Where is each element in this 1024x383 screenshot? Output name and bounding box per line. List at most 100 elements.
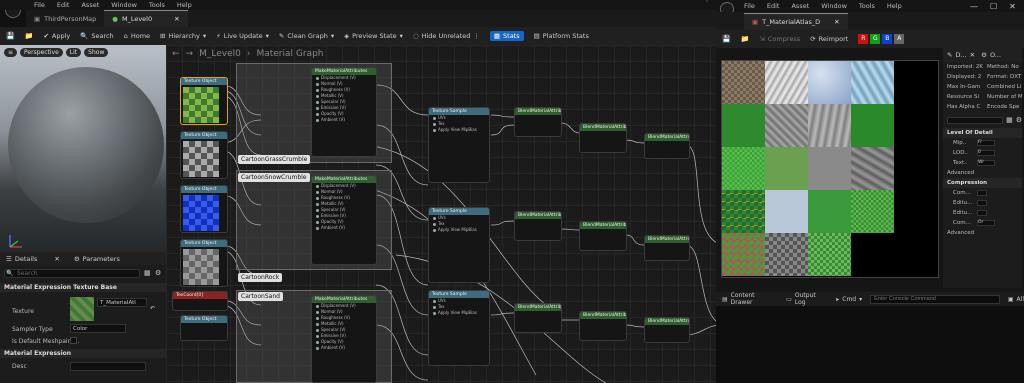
- comment-label[interactable]: CartoonSnowCrumble: [238, 173, 310, 182]
- menu-asset[interactable]: Asset: [791, 2, 809, 10]
- scalar-parameter-node[interactable]: Texture Object: [180, 315, 228, 341]
- texture-asset-dropdown[interactable]: T_MaterialAtl: [97, 298, 147, 307]
- console-input[interactable]: [870, 294, 1000, 304]
- menu-window[interactable]: Window: [821, 2, 847, 10]
- channel-a-toggle[interactable]: A: [894, 34, 905, 44]
- reimport-button[interactable]: ⟳ Reimport: [810, 35, 848, 43]
- texture-sample-node[interactable]: Texture Sample UVs Tex Apply View MipBia…: [428, 290, 490, 366]
- tab-other[interactable]: ⚙ O...: [979, 49, 1003, 61]
- menu-window[interactable]: Window: [111, 1, 137, 9]
- preview-state-button[interactable]: ◈ Preview State ▾: [344, 32, 403, 40]
- tab-details[interactable]: ☰ Details ✕: [2, 253, 64, 265]
- blend-material-attributes-node[interactable]: BlendMaterialAttributes: [644, 317, 690, 343]
- clean-graph-button[interactable]: ✎ Clean Graph ▾: [279, 32, 334, 40]
- save-icon[interactable]: 💾: [6, 32, 15, 40]
- hierarchy-button[interactable]: ⊞ Hierarchy ▾: [160, 32, 206, 40]
- lod-bias-input[interactable]: 0: [977, 150, 995, 156]
- comment-label[interactable]: CartoonGrassCrumble: [238, 155, 311, 164]
- cmd-dropdown[interactable]: ▸ Cmd ▾: [836, 296, 862, 303]
- texture-object-node[interactable]: Texture Object: [180, 185, 228, 233]
- input-pin[interactable]: Ambient (V): [312, 225, 376, 231]
- tab-parameters[interactable]: ⚙ Parameters: [70, 253, 124, 265]
- default-meshpaint-checkbox[interactable]: [70, 337, 77, 344]
- lod-row-dropdown[interactable]: Wr: [977, 160, 995, 166]
- close-icon[interactable]: ✕: [54, 255, 59, 263]
- hide-unrelated-button[interactable]: ◌ Hide Unrelated ⋮: [413, 32, 480, 40]
- blend-material-attributes-node[interactable]: BlendMaterialAttributes: [514, 107, 562, 137]
- reset-arrow-icon[interactable]: ↶: [150, 305, 155, 312]
- apply-button[interactable]: ✔ Apply: [43, 32, 70, 40]
- menu-edit[interactable]: Edit: [57, 1, 70, 9]
- live-update-button[interactable]: ⚡ Live Update ▾: [216, 32, 269, 40]
- browse-icon[interactable]: 📁: [25, 32, 34, 40]
- menu-tools[interactable]: Tools: [859, 2, 875, 10]
- close-icon[interactable]: ✕: [970, 51, 975, 59]
- texture-object-node[interactable]: Texture Object: [180, 239, 228, 287]
- lod-row-dropdown[interactable]: Fr: [977, 140, 995, 146]
- menu-help[interactable]: Help: [177, 1, 192, 9]
- blend-material-attributes-node[interactable]: BlendMaterialAttributes: [579, 311, 627, 341]
- viewport-menu-button[interactable]: ≡: [4, 48, 18, 57]
- input-pin[interactable]: Apply View MipBias: [429, 127, 489, 133]
- channel-g-toggle[interactable]: G: [870, 34, 881, 44]
- close-icon[interactable]: ✕: [834, 18, 839, 26]
- advanced-expander[interactable]: Advanced: [943, 228, 1022, 238]
- blend-material-attributes-node[interactable]: BlendMaterialAttributes: [579, 221, 627, 251]
- close-icon[interactable]: ✕: [174, 15, 179, 23]
- menu-tools[interactable]: Tools: [149, 1, 165, 9]
- tab-thirdpersonmap[interactable]: ▣ ThirdPersonMap: [26, 10, 104, 27]
- menu-file[interactable]: File: [744, 2, 755, 10]
- grid-view-icon[interactable]: ▦: [1006, 116, 1013, 124]
- browse-icon[interactable]: 📁: [741, 35, 750, 43]
- compression-dropdown[interactable]: Or: [977, 220, 995, 226]
- tab-t-materialatlas[interactable]: ▣ T_MaterialAtlas_D ✕: [744, 12, 848, 30]
- compression-checkbox[interactable]: [977, 190, 987, 196]
- blend-material-attributes-node[interactable]: BlendMaterialAttributes: [579, 123, 627, 153]
- comment-label[interactable]: CartoonSand: [238, 292, 283, 301]
- make-material-attributes-node[interactable]: MakeMaterialAttributes Displacement (V) …: [311, 67, 377, 157]
- content-drawer-button[interactable]: ▤ Content Drawer: [722, 292, 778, 306]
- settings-icon[interactable]: ⚙: [155, 269, 161, 277]
- texture-thumbnail[interactable]: [70, 297, 94, 321]
- tab-m-level0[interactable]: ● M_Level0 ✕: [104, 10, 188, 27]
- menu-help[interactable]: Help: [887, 2, 902, 10]
- output-log-button[interactable]: ▭ Output Log: [786, 292, 828, 306]
- settings-icon[interactable]: ⚙: [1016, 116, 1022, 124]
- desc-input[interactable]: [70, 362, 146, 371]
- section-material-expression[interactable]: Material Expression: [0, 349, 166, 358]
- section-level-of-detail[interactable]: Level Of Detail: [943, 128, 1022, 138]
- make-material-attributes-node[interactable]: MakeMaterialAttributes Displacement (V) …: [311, 175, 377, 265]
- minimize-icon[interactable]: —: [970, 2, 978, 11]
- input-pin[interactable]: Apply View MipBias: [429, 310, 489, 316]
- details-search-input[interactable]: Search: [4, 269, 140, 278]
- search-button[interactable]: 🔍 Search: [80, 32, 113, 40]
- texcoord-node[interactable]: TexCoord[0]: [172, 291, 228, 311]
- compression-checkbox[interactable]: [977, 210, 987, 216]
- section-texture-base[interactable]: Material Expression Texture Base: [0, 283, 166, 292]
- texture-sample-node[interactable]: Texture Sample UVs Tex Apply View MipBia…: [428, 107, 490, 183]
- maximize-icon[interactable]: ☐: [990, 2, 997, 11]
- compress-button[interactable]: ⇲ Compress: [759, 35, 800, 43]
- channel-b-toggle[interactable]: B: [882, 34, 893, 44]
- sampler-type-dropdown[interactable]: Color: [70, 324, 126, 333]
- texture-atlas-preview[interactable]: [721, 60, 939, 278]
- material-graph-canvas[interactable]: ← → M_Level0 › Material Graph CartoonGra…: [166, 45, 720, 383]
- input-pin[interactable]: Apply View MipBias: [429, 227, 489, 233]
- platform-stats-button[interactable]: ▤ Platform Stats: [534, 32, 589, 40]
- grid-view-icon[interactable]: ▦: [144, 269, 151, 277]
- input-pin[interactable]: Ambient (V): [312, 345, 376, 351]
- advanced-expander[interactable]: Advanced: [943, 168, 1022, 178]
- menu-edit[interactable]: Edit: [767, 2, 780, 10]
- channel-r-toggle[interactable]: R: [858, 34, 869, 44]
- blend-material-attributes-node[interactable]: BlendMaterialAttributes: [644, 235, 690, 261]
- show-button[interactable]: Show: [84, 48, 109, 57]
- texture-sample-node[interactable]: Texture Sample UVs Tex Apply View MipBia…: [428, 207, 490, 283]
- section-compression[interactable]: Compression: [943, 178, 1022, 188]
- menu-file[interactable]: File: [34, 1, 45, 9]
- preview-viewport[interactable]: ≡ Perspective Lit Show: [0, 45, 166, 252]
- blend-material-attributes-node[interactable]: BlendMaterialAttributes: [514, 211, 562, 241]
- texture-object-node[interactable]: Texture Object: [180, 131, 228, 179]
- texture-object-node[interactable]: Texture Object: [180, 77, 228, 125]
- all-saved-indicator[interactable]: ▣ All: [1008, 296, 1024, 303]
- stats-button[interactable]: ▦ Stats: [489, 31, 524, 41]
